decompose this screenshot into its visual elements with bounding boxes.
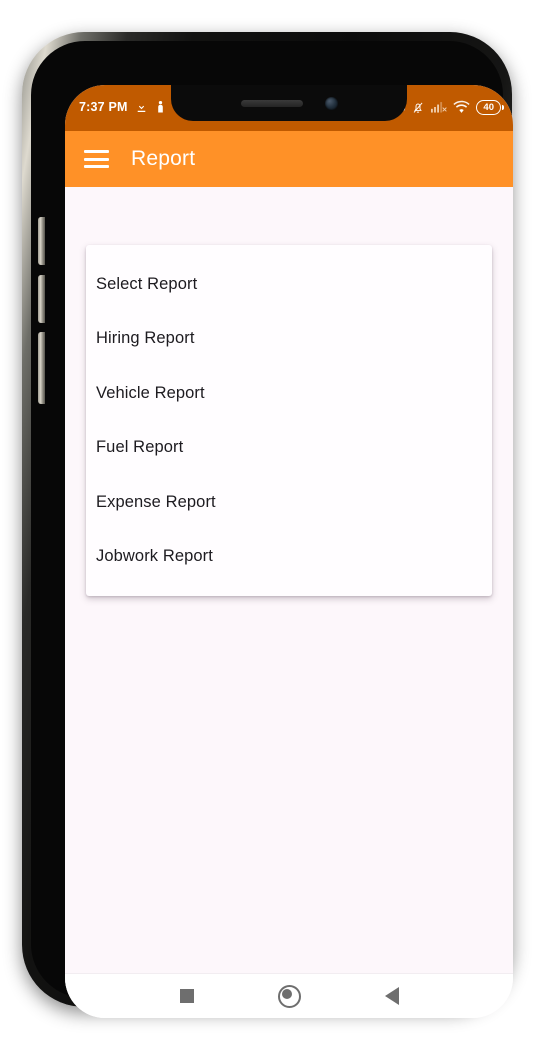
dropdown-item-select-report[interactable]: Select Report	[86, 257, 492, 312]
signal-bars-off-icon	[431, 100, 448, 114]
volume-down-button[interactable]	[38, 275, 45, 323]
dropdown-item-fuel-report[interactable]: Fuel Report	[86, 421, 492, 476]
dropdown-item-label: Select Report	[96, 274, 198, 293]
report-dropdown-list: Select Report Hiring Report Vehicle Repo…	[86, 245, 492, 596]
hamburger-menu-icon[interactable]	[84, 150, 109, 168]
device-notch	[171, 85, 407, 121]
app-bar: Report	[65, 131, 513, 187]
dropdown-item-label: Vehicle Report	[96, 383, 205, 402]
phone-screen: 7:37 PM 40 Report Select Report Hiring R…	[65, 85, 513, 1018]
circle-icon[interactable]	[277, 984, 301, 1008]
volume-up-button[interactable]	[38, 217, 45, 265]
dropdown-item-label: Fuel Report	[96, 438, 184, 457]
phone-frame: 7:37 PM 40 Report Select Report Hiring R…	[22, 32, 513, 1018]
speaker-grille-icon	[240, 99, 303, 107]
dropdown-item-hiring-report[interactable]: Hiring Report	[86, 312, 492, 367]
dropdown-item-expense-report[interactable]: Expense Report	[86, 475, 492, 530]
front-camera-icon	[324, 96, 338, 110]
dropdown-item-jobwork-report[interactable]: Jobwork Report	[86, 530, 492, 585]
battery-indicator: 40	[476, 99, 504, 115]
download-icon	[135, 101, 148, 114]
page-title: Report	[131, 147, 196, 170]
status-clock: 7:37 PM	[79, 100, 128, 114]
dropdown-item-label: Jobwork Report	[96, 547, 213, 566]
content-area: Select Report Hiring Report Vehicle Repo…	[65, 187, 513, 974]
square-icon[interactable]	[179, 989, 194, 1003]
triangle-left-icon[interactable]	[384, 987, 399, 1005]
bell-muted-icon	[411, 100, 425, 115]
person-pin-icon	[155, 100, 166, 114]
volume-extra-button[interactable]	[38, 332, 45, 404]
dropdown-item-label: Expense Report	[96, 492, 216, 511]
dropdown-item-vehicle-report[interactable]: Vehicle Report	[86, 366, 492, 421]
dropdown-item-label: Hiring Report	[96, 329, 195, 348]
android-navigation-bar	[65, 973, 513, 1018]
wifi-icon	[453, 100, 471, 114]
